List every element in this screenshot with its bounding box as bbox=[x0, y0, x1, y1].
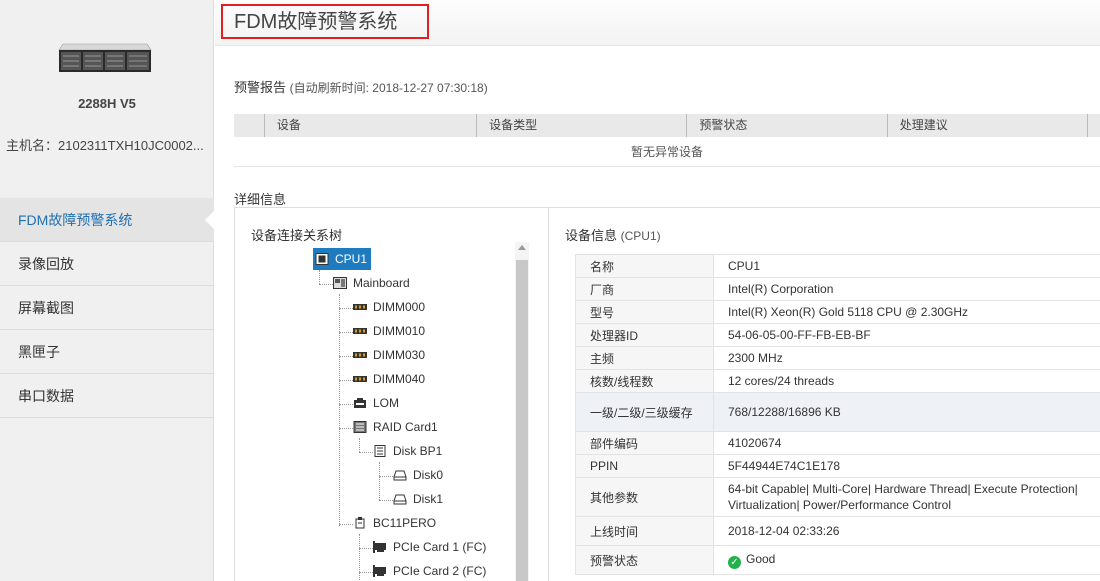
table-row: PPIN 5F44944E74C1E178 bbox=[575, 454, 1100, 478]
table-row: 上线时间 2018-12-04 02:33:26 bbox=[575, 516, 1100, 546]
table-row: 部件编码 41020674 bbox=[575, 431, 1100, 455]
table-row: 主频 2300 MHz bbox=[575, 346, 1100, 370]
device-info-panel: 设备信息 (CPU1) 名称 CPU1 厂商 Intel(R) Corporatio… bbox=[549, 207, 1100, 581]
sidebar-item-serial-data[interactable]: 串口数据 bbox=[0, 374, 214, 418]
tree-node-pcie-card1[interactable]: PCIe Card 1 (FC) bbox=[373, 536, 486, 558]
title-bar: FDM故障预警系统 bbox=[215, 0, 1100, 46]
device-tree-title: 设备连接关系树 bbox=[251, 228, 343, 243]
tree-scrollbar[interactable] bbox=[515, 242, 529, 581]
tree-node-bc11pero[interactable]: BC11PERO bbox=[353, 512, 436, 534]
tree-node-dimm040[interactable]: DIMM040 bbox=[353, 368, 425, 390]
pcie-card-icon bbox=[373, 541, 386, 553]
network-card-icon bbox=[354, 398, 366, 408]
sidebar-menu: FDM故障预警系统 录像回放 屏幕截图 黑匣子 串口数据 bbox=[0, 198, 215, 418]
title-highlight-box bbox=[221, 4, 429, 39]
sidebar: 2288H V5 主机名：2102311TXH10JC0002... FDM故障… bbox=[0, 0, 215, 581]
status-value: Good bbox=[746, 551, 776, 566]
header-spacer bbox=[234, 114, 264, 137]
disk-icon bbox=[393, 494, 407, 505]
tree-node-dimm030[interactable]: DIMM030 bbox=[353, 344, 425, 366]
tree-node-disk-bp1[interactable]: Disk BP1 bbox=[373, 440, 442, 462]
column-device[interactable]: 设备 bbox=[263, 114, 476, 137]
tree-node-disk0[interactable]: Disk0 bbox=[393, 464, 443, 486]
server-image bbox=[58, 43, 152, 72]
report-table: 设备 设备类型 预警状态 处理建议 暂无异常设备 bbox=[234, 114, 1100, 167]
column-suggestion[interactable]: 处理建议 bbox=[886, 114, 1087, 137]
tree-node-raid-card1[interactable]: RAID Card1 bbox=[353, 416, 438, 438]
sidebar-item-fdm[interactable]: FDM故障预警系统 bbox=[0, 198, 215, 242]
scroll-up-icon[interactable] bbox=[518, 245, 526, 250]
table-row: 厂商 Intel(R) Corporation bbox=[575, 277, 1100, 301]
memory-icon bbox=[353, 304, 367, 310]
tree-node-pcie-card2[interactable]: PCIe Card 2 (FC) bbox=[373, 560, 486, 581]
report-title: 预警报告 bbox=[234, 80, 287, 95]
pcie-card-icon bbox=[373, 565, 386, 577]
table-row: 预警状态 ✓ Good bbox=[575, 545, 1100, 575]
memory-icon bbox=[353, 376, 367, 382]
device-tree-panel: 设备连接关系树 CPU1 Mainboard DIMM000 DIMM010 D… bbox=[234, 207, 549, 581]
sidebar-item-video-playback[interactable]: 录像回放 bbox=[0, 242, 214, 286]
table-row: 名称 CPU1 bbox=[575, 254, 1100, 278]
refresh-time: (自动刷新时间: 2018-12-27 07:30:18) bbox=[289, 81, 488, 95]
table-row: 核数/线程数 12 cores/24 threads bbox=[575, 369, 1100, 393]
device-info-table: 名称 CPU1 厂商 Intel(R) Corporation 型号 Intel(R)… bbox=[575, 254, 1100, 575]
mainboard-icon bbox=[333, 277, 347, 289]
tree-node-mainboard[interactable]: Mainboard bbox=[333, 272, 410, 294]
main-content: FDM故障预警系统 预警报告 (自动刷新时间: 2018-12-27 07:30… bbox=[215, 0, 1100, 581]
cpu-icon bbox=[315, 253, 329, 265]
riser-card-icon bbox=[355, 517, 365, 529]
tree-node-dimm010[interactable]: DIMM010 bbox=[353, 320, 425, 342]
column-device-type[interactable]: 设备类型 bbox=[476, 114, 686, 137]
report-table-header: 设备 设备类型 预警状态 处理建议 bbox=[234, 114, 1100, 137]
table-row: 一级/二级/三级缓存 768/12288/16896 KB bbox=[575, 392, 1100, 432]
column-alert-status[interactable]: 预警状态 bbox=[686, 114, 886, 137]
tree-node-dimm000[interactable]: DIMM000 bbox=[353, 296, 425, 318]
table-row: 其他参数 64-bit Capable| Multi-Core| Hardware… bbox=[575, 477, 1100, 517]
sidebar-item-screenshot[interactable]: 屏幕截图 bbox=[0, 286, 214, 330]
hostname-label: 主机名：2102311TXH10JC0002... bbox=[6, 138, 204, 153]
server-model: 2288H V5 bbox=[78, 96, 136, 111]
report-heading: 预警报告 (自动刷新时间: 2018-12-27 07:30:18) bbox=[234, 77, 488, 96]
tree-node-cpu1[interactable]: CPU1 bbox=[313, 248, 372, 270]
check-icon: ✓ bbox=[728, 555, 741, 569]
backplane-icon bbox=[374, 445, 386, 457]
disk-icon bbox=[393, 470, 407, 481]
tree-node-lom[interactable]: LOM bbox=[353, 392, 399, 414]
raid-card-icon bbox=[353, 421, 367, 433]
memory-icon bbox=[353, 352, 367, 358]
tree-node-disk1[interactable]: Disk1 bbox=[393, 488, 443, 510]
report-empty-message: 暂无异常设备 bbox=[234, 137, 1100, 167]
details-heading: 详细信息 bbox=[234, 192, 287, 207]
table-row: 处理器ID 54-06-05-00-FF-FB-EB-BF bbox=[575, 323, 1100, 347]
scrollbar-thumb[interactable] bbox=[516, 260, 528, 581]
memory-icon bbox=[353, 328, 367, 334]
table-row: 型号 Intel(R) Xeon(R) Gold 5118 CPU @ 2.30G… bbox=[575, 300, 1100, 324]
column-end bbox=[1087, 114, 1100, 137]
device-info-title: 设备信息 (CPU1) bbox=[565, 228, 661, 243]
sidebar-item-black-box[interactable]: 黑匣子 bbox=[0, 330, 214, 374]
